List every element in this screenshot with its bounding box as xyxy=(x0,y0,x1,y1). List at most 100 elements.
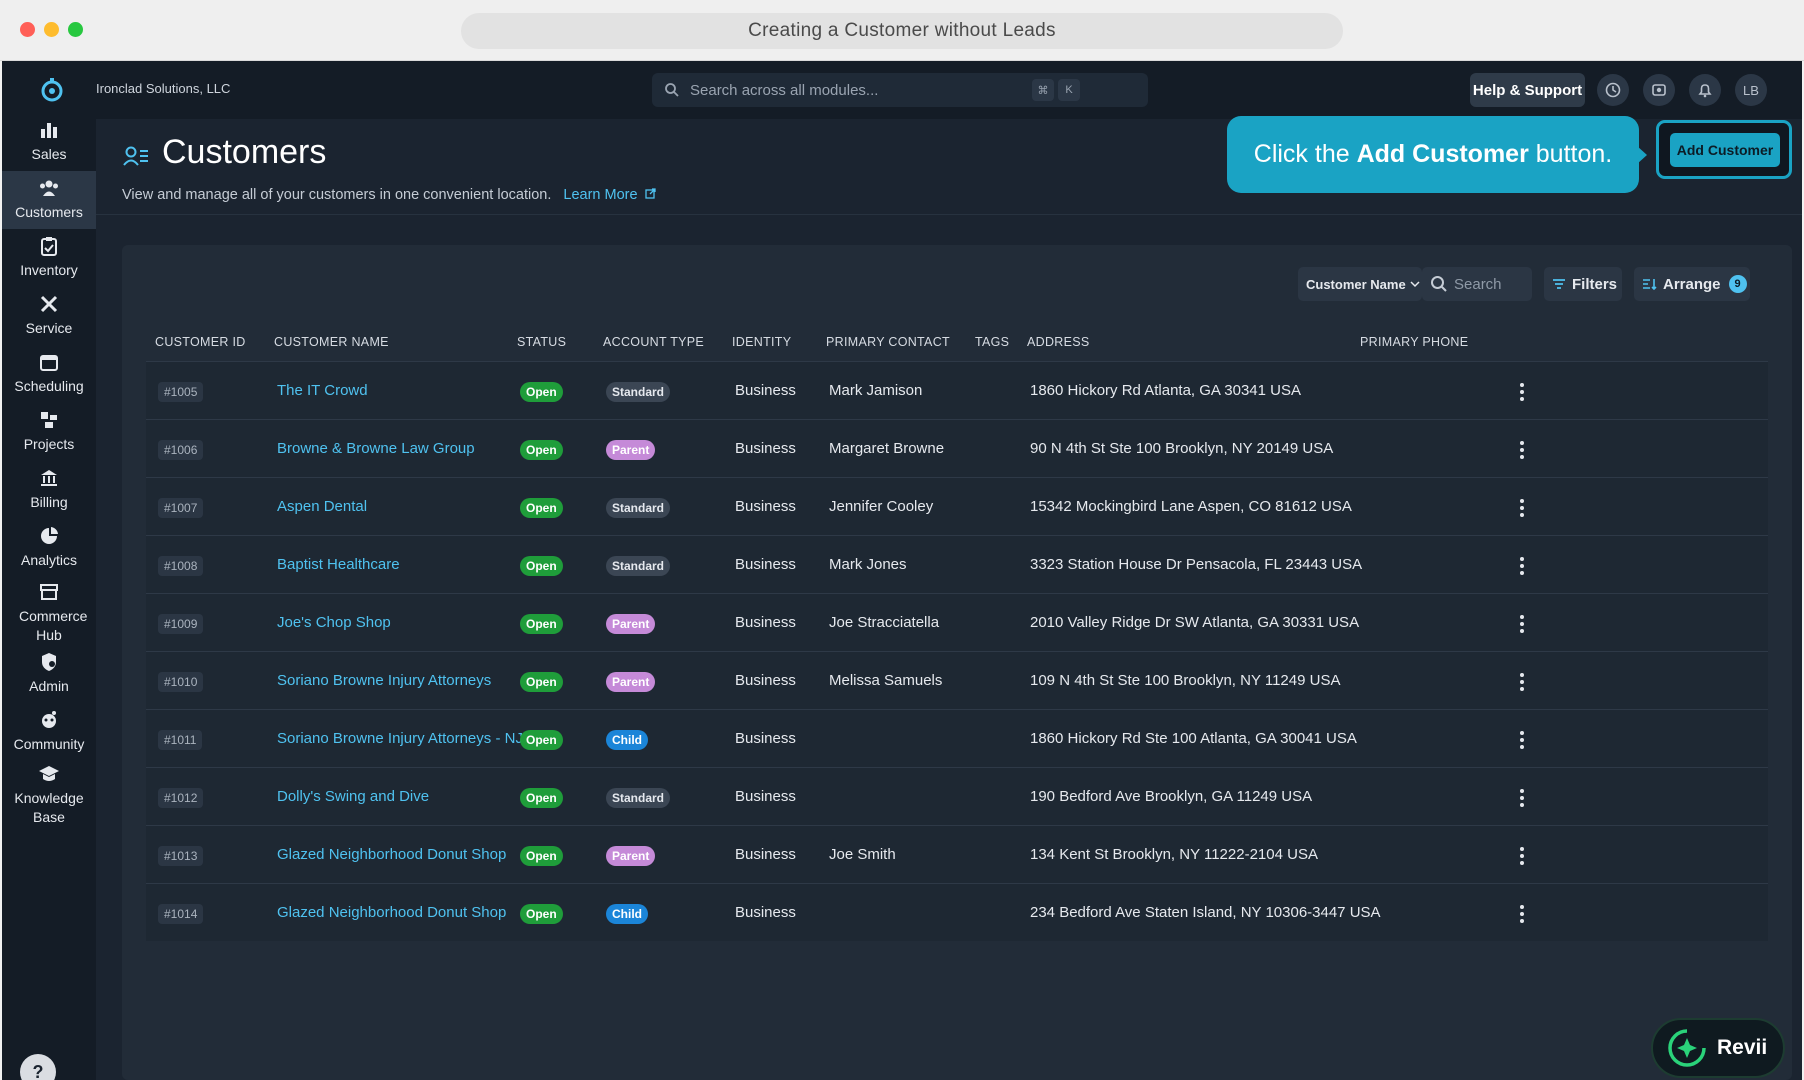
column-header-primary-phone[interactable]: PRIMARY PHONE xyxy=(1360,335,1468,349)
company-name: Ironclad Solutions, LLC xyxy=(96,81,231,96)
sidebar-item-billing[interactable]: Billing xyxy=(2,461,96,519)
customer-name-link[interactable]: Browne & Browne Law Group xyxy=(277,440,475,457)
revii-assistant-button[interactable]: Revii xyxy=(1651,1018,1785,1078)
user-avatar[interactable]: LB xyxy=(1735,74,1767,106)
address-cell: 134 Kent St Brooklyn, NY 11222-2104 USA xyxy=(1030,846,1318,863)
sidebar-item-projects[interactable]: Projects xyxy=(2,403,96,461)
row-actions-menu-icon[interactable] xyxy=(1512,904,1532,924)
customer-name-link[interactable]: Dolly's Swing and Dive xyxy=(277,788,429,805)
primary-contact-cell: Melissa Samuels xyxy=(829,672,943,689)
graduation-cap-icon xyxy=(39,766,59,781)
address-cell: 3323 Station House Dr Pensacola, FL 2344… xyxy=(1030,556,1363,573)
row-actions-menu-icon[interactable] xyxy=(1512,846,1532,866)
table-row[interactable]: #1007 Aspen Dental Open Standard Business Jen… xyxy=(146,477,1768,535)
sidebar-item-customers[interactable]: Customers xyxy=(2,171,96,229)
filter-icon xyxy=(1553,279,1565,289)
arrange-button[interactable]: Arrange 9 xyxy=(1634,267,1750,301)
column-header-address[interactable]: ADDRESS xyxy=(1027,335,1090,349)
account-type-badge: Standard xyxy=(606,382,671,402)
filters-button[interactable]: Filters xyxy=(1544,267,1622,301)
row-actions-menu-icon[interactable] xyxy=(1512,730,1532,750)
table-row[interactable]: #1010 Soriano Browne Injury Attorneys Open… xyxy=(146,651,1768,709)
column-header-primary-contact[interactable]: PRIMARY CONTACT xyxy=(826,335,950,349)
account-type-badge: Parent xyxy=(606,672,656,692)
help-circle-button[interactable]: ? xyxy=(20,1054,56,1080)
learn-more-link[interactable]: Learn More xyxy=(563,187,656,203)
customer-name-link[interactable]: Joe's Chop Shop xyxy=(277,614,391,631)
callout-arrow xyxy=(1637,146,1647,164)
table-search-input[interactable]: Search xyxy=(1422,267,1532,301)
customer-name-link[interactable]: Soriano Browne Injury Attorneys xyxy=(277,672,491,689)
sidebar-item-analytics[interactable]: Analytics xyxy=(2,519,96,577)
primary-contact-cell: Margaret Browne xyxy=(829,440,945,457)
customer-id: #1006 xyxy=(158,440,204,460)
row-actions-menu-icon[interactable] xyxy=(1512,498,1532,518)
column-header-tags[interactable]: TAGS xyxy=(975,335,1009,349)
customer-id: #1014 xyxy=(158,904,204,924)
history-icon[interactable] xyxy=(1597,74,1629,106)
row-actions-menu-icon[interactable] xyxy=(1512,672,1532,692)
external-link-icon xyxy=(644,188,656,199)
customer-id: #1005 xyxy=(158,382,204,402)
table-row[interactable]: #1011 Soriano Browne Injury Attorneys - N… xyxy=(146,709,1768,767)
table-row[interactable]: #1013 Glazed Neighborhood Donut Shop Open P… xyxy=(146,825,1768,883)
zoom-window-button[interactable] xyxy=(68,22,83,37)
primary-contact-cell: Joe Stracciatella xyxy=(829,614,940,631)
users-icon xyxy=(40,180,58,196)
customer-name-link[interactable]: Glazed Neighborhood Donut Shop xyxy=(277,904,506,921)
customer-id: #1007 xyxy=(158,498,204,518)
column-header-status[interactable]: STATUS xyxy=(517,335,566,349)
minimize-window-button[interactable] xyxy=(44,22,59,37)
customer-name-link[interactable]: The IT Crowd xyxy=(277,382,368,399)
global-search-placeholder: Search across all modules... xyxy=(690,81,879,99)
add-customer-button[interactable]: Add Customer xyxy=(1670,133,1780,167)
close-window-button[interactable] xyxy=(20,22,35,37)
learn-more-label: Learn More xyxy=(563,187,638,203)
table-row[interactable]: #1009 Joe's Chop Shop Open Parent Business Jo… xyxy=(146,593,1768,651)
customer-name-link[interactable]: Aspen Dental xyxy=(277,498,367,515)
row-actions-menu-icon[interactable] xyxy=(1512,440,1532,460)
table-row[interactable]: #1012 Dolly's Swing and Dive Open Standard B… xyxy=(146,767,1768,825)
address-cell: 1860 Hickory Rd Atlanta, GA 30341 USA xyxy=(1030,382,1301,399)
address-cell: 234 Bedford Ave Staten Island, NY 10306-… xyxy=(1030,904,1381,921)
window-titlebar: Creating a Customer without Leads xyxy=(0,0,1804,61)
table-row[interactable]: #1006 Browne & Browne Law Group Open Parent… xyxy=(146,419,1768,477)
sidebar-item-scheduling[interactable]: Scheduling xyxy=(2,345,96,403)
topbar: Ironclad Solutions, LLC Search across al… xyxy=(96,61,1802,119)
sidebar-item-inventory[interactable]: Inventory xyxy=(2,229,96,287)
customer-name-link[interactable]: Baptist Healthcare xyxy=(277,556,400,573)
table-row[interactable]: #1014 Glazed Neighborhood Donut Shop Open C… xyxy=(146,883,1768,941)
column-header-customer-id[interactable]: CUSTOMER ID xyxy=(155,335,246,349)
table-row[interactable]: #1005 The IT Crowd Open Standard Business Mar… xyxy=(146,361,1768,419)
customer-name-link[interactable]: Glazed Neighborhood Donut Shop xyxy=(277,846,506,863)
bell-icon[interactable] xyxy=(1689,74,1721,106)
table-row[interactable]: #1008 Baptist Healthcare Open Standard Busin… xyxy=(146,535,1768,593)
sidebar-item-sales[interactable]: Sales xyxy=(2,113,96,171)
sidebar-item-service[interactable]: Service xyxy=(2,287,96,345)
row-actions-menu-icon[interactable] xyxy=(1512,556,1532,576)
app-logo-icon[interactable] xyxy=(39,77,65,103)
sidebar-item-admin[interactable]: Admin xyxy=(2,647,96,705)
column-header-customer-name[interactable]: CUSTOMER NAME xyxy=(274,335,389,349)
sidebar-item-commerce-hub[interactable]: Commerce Hub xyxy=(2,577,96,645)
global-search-input[interactable]: Search across all modules... ⌘ K xyxy=(652,73,1148,107)
store-icon xyxy=(40,584,58,600)
status-badge: Open xyxy=(520,498,563,518)
row-actions-menu-icon[interactable] xyxy=(1512,788,1532,808)
sidebar-item-label: Billing xyxy=(30,494,68,510)
revii-label: Revii xyxy=(1717,1036,1768,1059)
customer-id: #1009 xyxy=(158,614,204,634)
customer-name-link[interactable]: Soriano Browne Injury Attorneys - NJ xyxy=(277,730,523,747)
column-header-identity[interactable]: IDENTITY xyxy=(732,335,791,349)
row-actions-menu-icon[interactable] xyxy=(1512,382,1532,402)
column-header-account-type[interactable]: ACCOUNT TYPE xyxy=(603,335,704,349)
filters-label: Filters xyxy=(1572,275,1618,293)
row-actions-menu-icon[interactable] xyxy=(1512,614,1532,634)
customer-id: #1012 xyxy=(158,788,204,808)
help-support-button[interactable]: Help & Support xyxy=(1470,73,1585,107)
sidebar-item-knowledge-base[interactable]: Knowledge Base xyxy=(2,763,96,833)
sidebar-item-community[interactable]: Community xyxy=(2,705,96,763)
screen-capture-icon[interactable] xyxy=(1643,74,1675,106)
search-field-select[interactable]: Customer Name xyxy=(1298,267,1422,301)
customer-id: #1011 xyxy=(158,730,203,750)
